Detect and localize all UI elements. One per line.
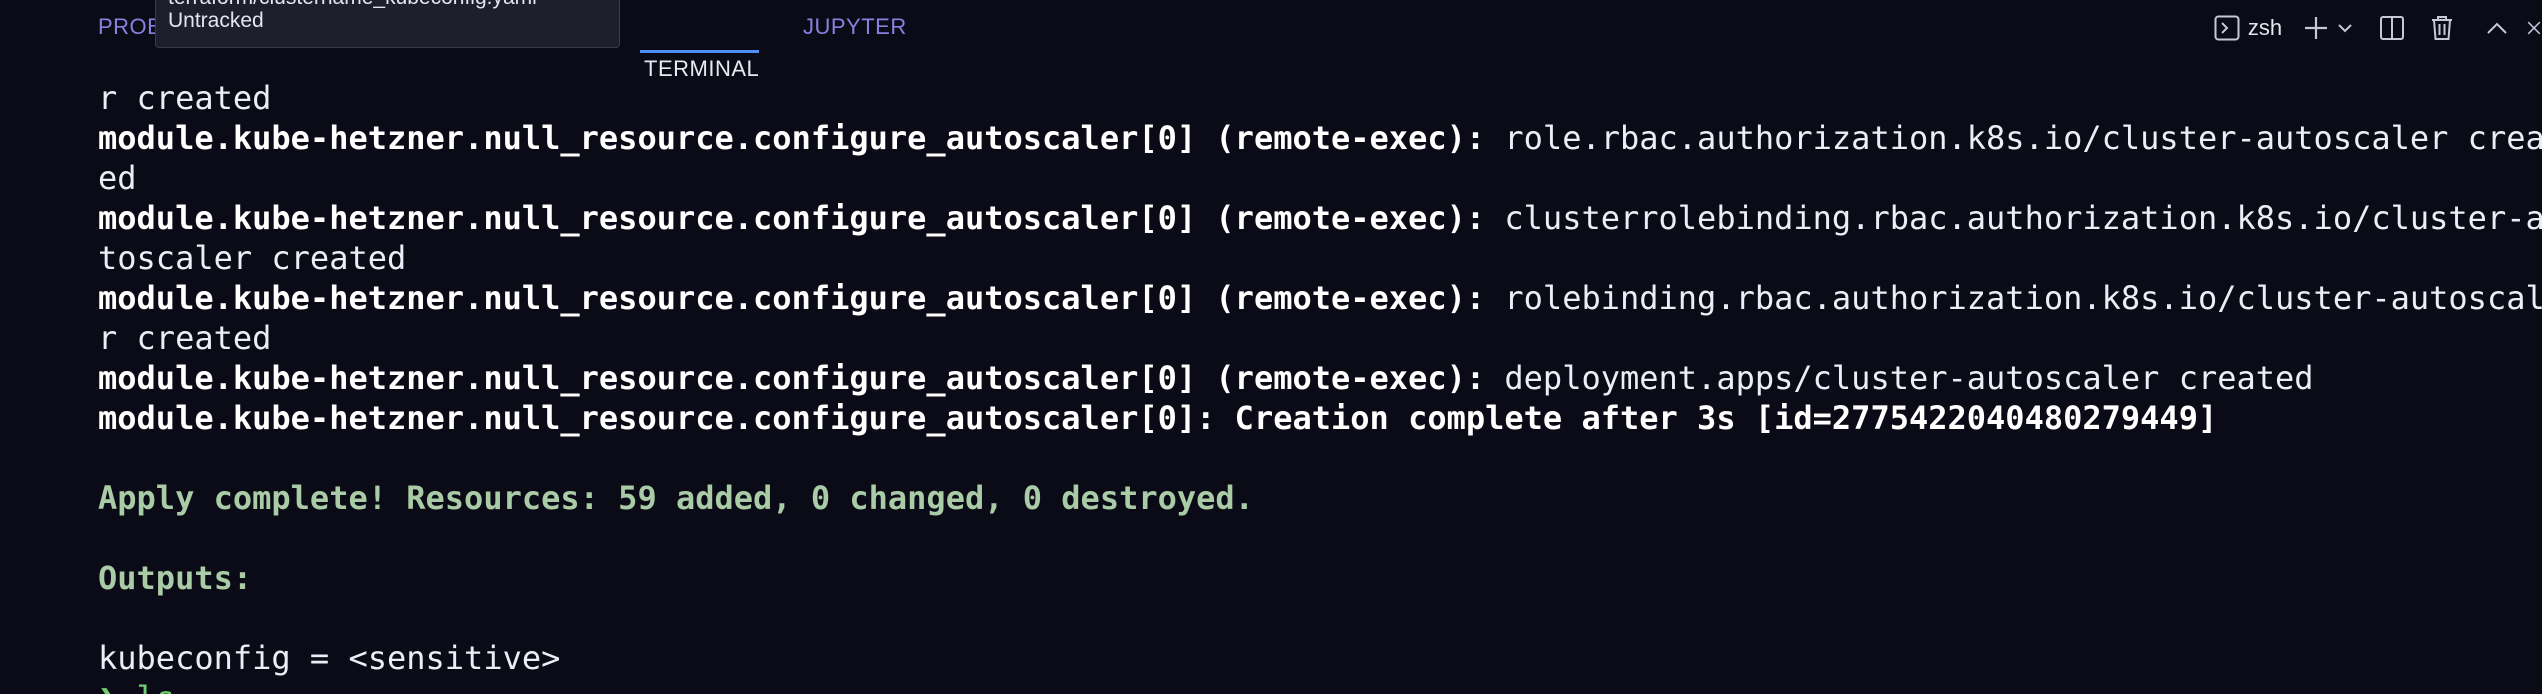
terminal-line: module.kube-hetzner.null_resource.config…	[98, 359, 2314, 397]
active-tab-indicator	[640, 50, 759, 53]
shell-prompt[interactable]: ❯ ls	[98, 678, 175, 694]
apply-complete-message: Apply complete! Resources: 59 added, 0 c…	[98, 479, 1254, 517]
chevron-up-icon[interactable]	[2482, 10, 2512, 46]
terminal-line: r created	[98, 319, 272, 357]
plus-icon[interactable]	[2300, 10, 2332, 46]
tooltip-status: Untracked	[168, 9, 264, 32]
terminal-line: r created	[98, 79, 272, 117]
file-tooltip: terraform/clustername_kubeconfig.yaml • …	[155, 0, 620, 48]
outputs-heading: Outputs:	[98, 559, 253, 597]
terminal-line: module.kube-hetzner.null_resource.config…	[98, 399, 2218, 437]
terminal-line: toscaler created	[98, 239, 407, 277]
terminal-line: module.kube-hetzner.null_resource.config…	[98, 279, 2542, 317]
terminal-output[interactable]: r created module.kube-hetzner.null_resou…	[0, 56, 2542, 694]
terminal-line: ed	[98, 159, 137, 197]
tab-jupyter[interactable]: JUPYTER	[803, 14, 907, 40]
terminal-icon	[2214, 15, 2240, 41]
output-kubeconfig: kubeconfig = <sensitive>	[98, 639, 561, 677]
close-icon[interactable]	[2526, 10, 2542, 46]
shell-name: zsh	[2247, 15, 2283, 40]
shell-selector[interactable]: zsh	[2200, 10, 2296, 46]
tab-problems[interactable]: PROB	[98, 14, 162, 40]
trash-icon[interactable]	[2426, 10, 2458, 46]
panel-header: PROB TERMINAL JUPYTER terraform/clustern…	[0, 0, 2542, 81]
split-icon[interactable]	[2376, 10, 2408, 46]
terminal-line: module.kube-hetzner.null_resource.config…	[98, 199, 2542, 237]
chevron-down-icon[interactable]	[2334, 10, 2356, 46]
terminal-line: module.kube-hetzner.null_resource.config…	[98, 119, 2542, 157]
